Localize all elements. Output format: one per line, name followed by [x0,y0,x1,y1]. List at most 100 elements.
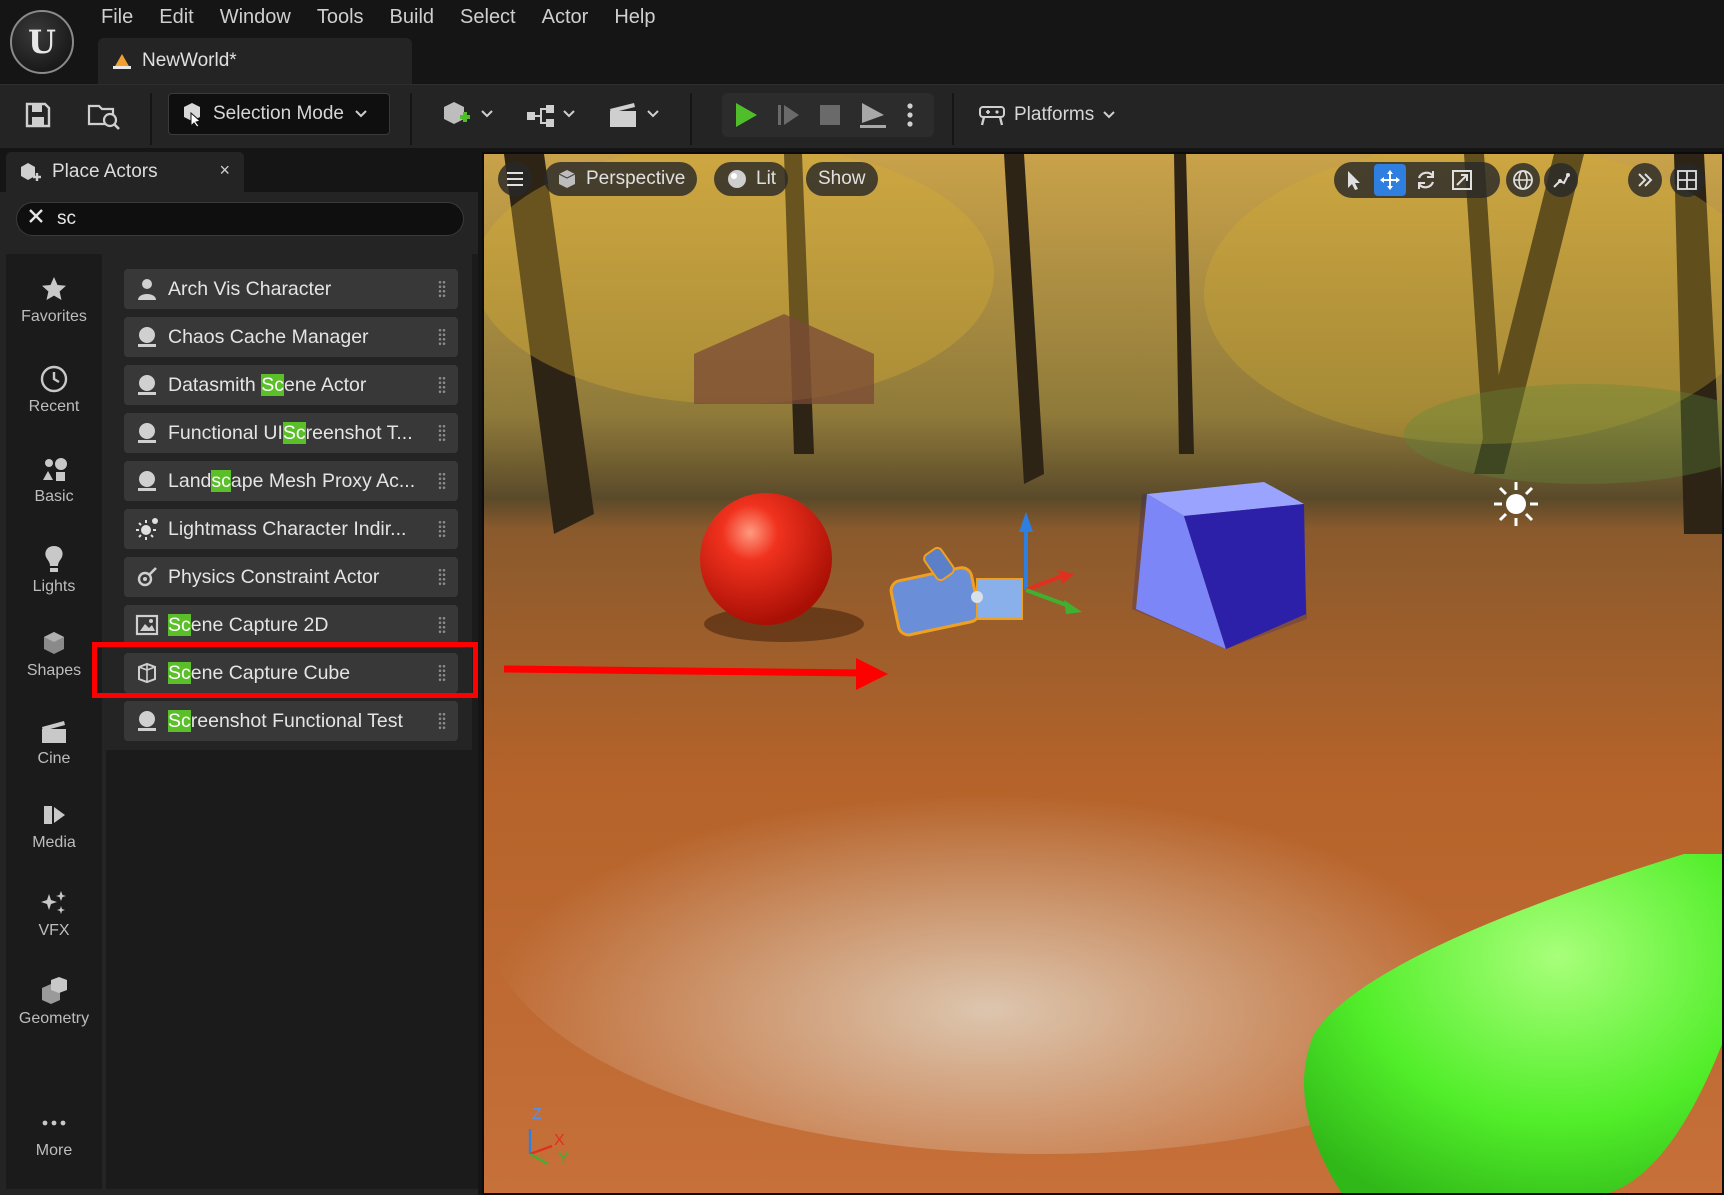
translate-tool-button[interactable] [1374,164,1406,196]
blueprints-button[interactable] [524,97,580,133]
perspective-view-button[interactable]: Perspective [544,162,698,196]
sparkle-icon [39,888,69,918]
actor-chaos-cache-manager[interactable]: Chaos Cache Manager [124,317,458,357]
platforms-button[interactable]: Platforms [978,97,1116,133]
select-tool-button[interactable] [1338,164,1370,196]
axis-z-label: Z [532,1106,542,1123]
place-actors-title: Place Actors [52,161,158,182]
actor-functional-ui-screenshot-test[interactable]: Functional UIScreenshot T... [124,413,458,453]
capture-cube-icon [134,660,160,686]
menu-help[interactable]: Help [601,2,668,32]
actor-scene-capture-cube[interactable]: Scene Capture Cube [124,653,458,693]
cinematics-button[interactable] [606,97,664,133]
drag-handle-icon[interactable] [438,568,446,586]
menu-select[interactable]: Select [447,2,529,32]
character-icon [134,276,160,302]
stop-icon [820,105,840,125]
light-icon [134,516,160,542]
scale-tool-button[interactable] [1446,164,1478,196]
drag-handle-icon[interactable] [438,616,446,634]
actor-search-box[interactable] [16,202,464,236]
lit-label: Lit [756,168,777,189]
platforms-label: Platforms [1014,104,1095,125]
drag-handle-icon[interactable] [438,520,446,538]
drag-handle-icon[interactable] [438,472,446,490]
move-arrows-icon [1380,170,1400,190]
level-document-tab[interactable]: NewWorld* [98,38,412,84]
viewport-layout-button[interactable] [1670,163,1704,197]
stop-button[interactable] [814,99,846,131]
drag-handle-icon[interactable] [438,280,446,298]
lit-view-mode-button[interactable]: Lit [714,162,789,196]
actor-physics-constraint[interactable]: Physics Constraint Actor [124,557,458,597]
menu-build[interactable]: Build [377,2,447,32]
clapper-icon [610,103,659,127]
menu-bar: File Edit Window Tools Build Select Acto… [88,2,668,32]
category-more[interactable]: More [6,1096,102,1172]
category-cine[interactable]: Cine [6,704,102,780]
add-actor-button[interactable] [440,97,496,133]
selection-mode-dropdown[interactable]: Selection Mode [168,93,390,135]
advance-frame-button[interactable] [772,99,804,131]
actor-screenshot-functional-test[interactable]: Screenshot Functional Test [124,701,458,741]
drag-handle-icon[interactable] [438,424,446,442]
actor-lightmass-character-indirect[interactable]: Lightmass Character Indir... [124,509,458,549]
clear-search-icon[interactable] [27,207,45,231]
eject-button[interactable] [856,99,890,131]
menu-file[interactable]: File [88,2,146,32]
drag-handle-icon[interactable] [438,328,446,346]
viewport-options-button[interactable] [498,162,532,196]
save-button[interactable] [22,99,54,131]
drag-handle-icon[interactable] [438,376,446,394]
scale-icon [1452,170,1472,190]
panel-tab-bar: Place Actors × [0,150,478,192]
double-chevron-right-icon [1638,173,1653,187]
unreal-logo[interactable]: U [10,10,74,74]
menu-tools[interactable]: Tools [304,2,377,32]
actor-datasmith-scene-actor[interactable]: Datasmith Scene Actor [124,365,458,405]
surface-snapping-toggle[interactable] [1544,163,1578,197]
gamepad-icon [979,106,1005,126]
world-local-toggle[interactable] [1506,163,1540,197]
sphere-icon [134,372,160,398]
category-column: Favorites Recent Basic Lights Shapes Cin… [6,254,102,1189]
actor-scene-capture-2d[interactable]: Scene Capture 2D [124,605,458,645]
category-favorites[interactable]: Favorites [6,262,102,338]
rotate-tool-button[interactable] [1410,164,1442,196]
play-button[interactable] [730,99,762,131]
close-icon[interactable]: × [219,160,230,181]
transform-tools [1334,162,1500,198]
category-recent[interactable]: Recent [6,352,102,428]
actor-list-area: Arch Vis Character Chaos Cache Manager D… [106,254,478,1189]
actor-landscape-mesh-proxy[interactable]: Landscape Mesh Proxy Ac... [124,461,458,501]
show-flags-button[interactable]: Show [806,162,878,196]
capture-2d-icon [134,612,160,638]
perspective-cube-icon [558,170,576,188]
save-icon [25,102,51,128]
category-lights[interactable]: Lights [6,532,102,608]
drag-handle-icon[interactable] [438,712,446,730]
actor-arch-vis-character[interactable]: Arch Vis Character [124,269,458,309]
expand-toolbar-button[interactable] [1628,163,1662,197]
category-basic[interactable]: Basic [6,442,102,518]
star-icon [39,274,69,304]
place-actors-tab[interactable]: Place Actors × [6,152,244,192]
media-icon [39,800,69,830]
content-browser-button[interactable] [86,99,122,131]
category-vfx[interactable]: VFX [6,876,102,952]
drag-handle-icon[interactable] [438,664,446,682]
blueprint-graph-icon [527,105,575,127]
menu-edit[interactable]: Edit [146,2,206,32]
constraint-icon [134,564,160,590]
play-options-button[interactable] [898,99,922,131]
category-media[interactable]: Media [6,788,102,864]
category-shapes[interactable]: Shapes [6,616,102,692]
menu-window[interactable]: Window [207,2,304,32]
category-geometry[interactable]: Geometry [6,964,102,1040]
menu-actor[interactable]: Actor [529,2,602,32]
level-viewport[interactable]: Z X Y Perspective Lit Show [482,152,1724,1195]
title-bar: U File Edit Window Tools Build Select Ac… [0,0,1724,84]
geometry-icon [39,976,69,1006]
play-icon [736,103,757,127]
search-input[interactable] [57,208,437,230]
